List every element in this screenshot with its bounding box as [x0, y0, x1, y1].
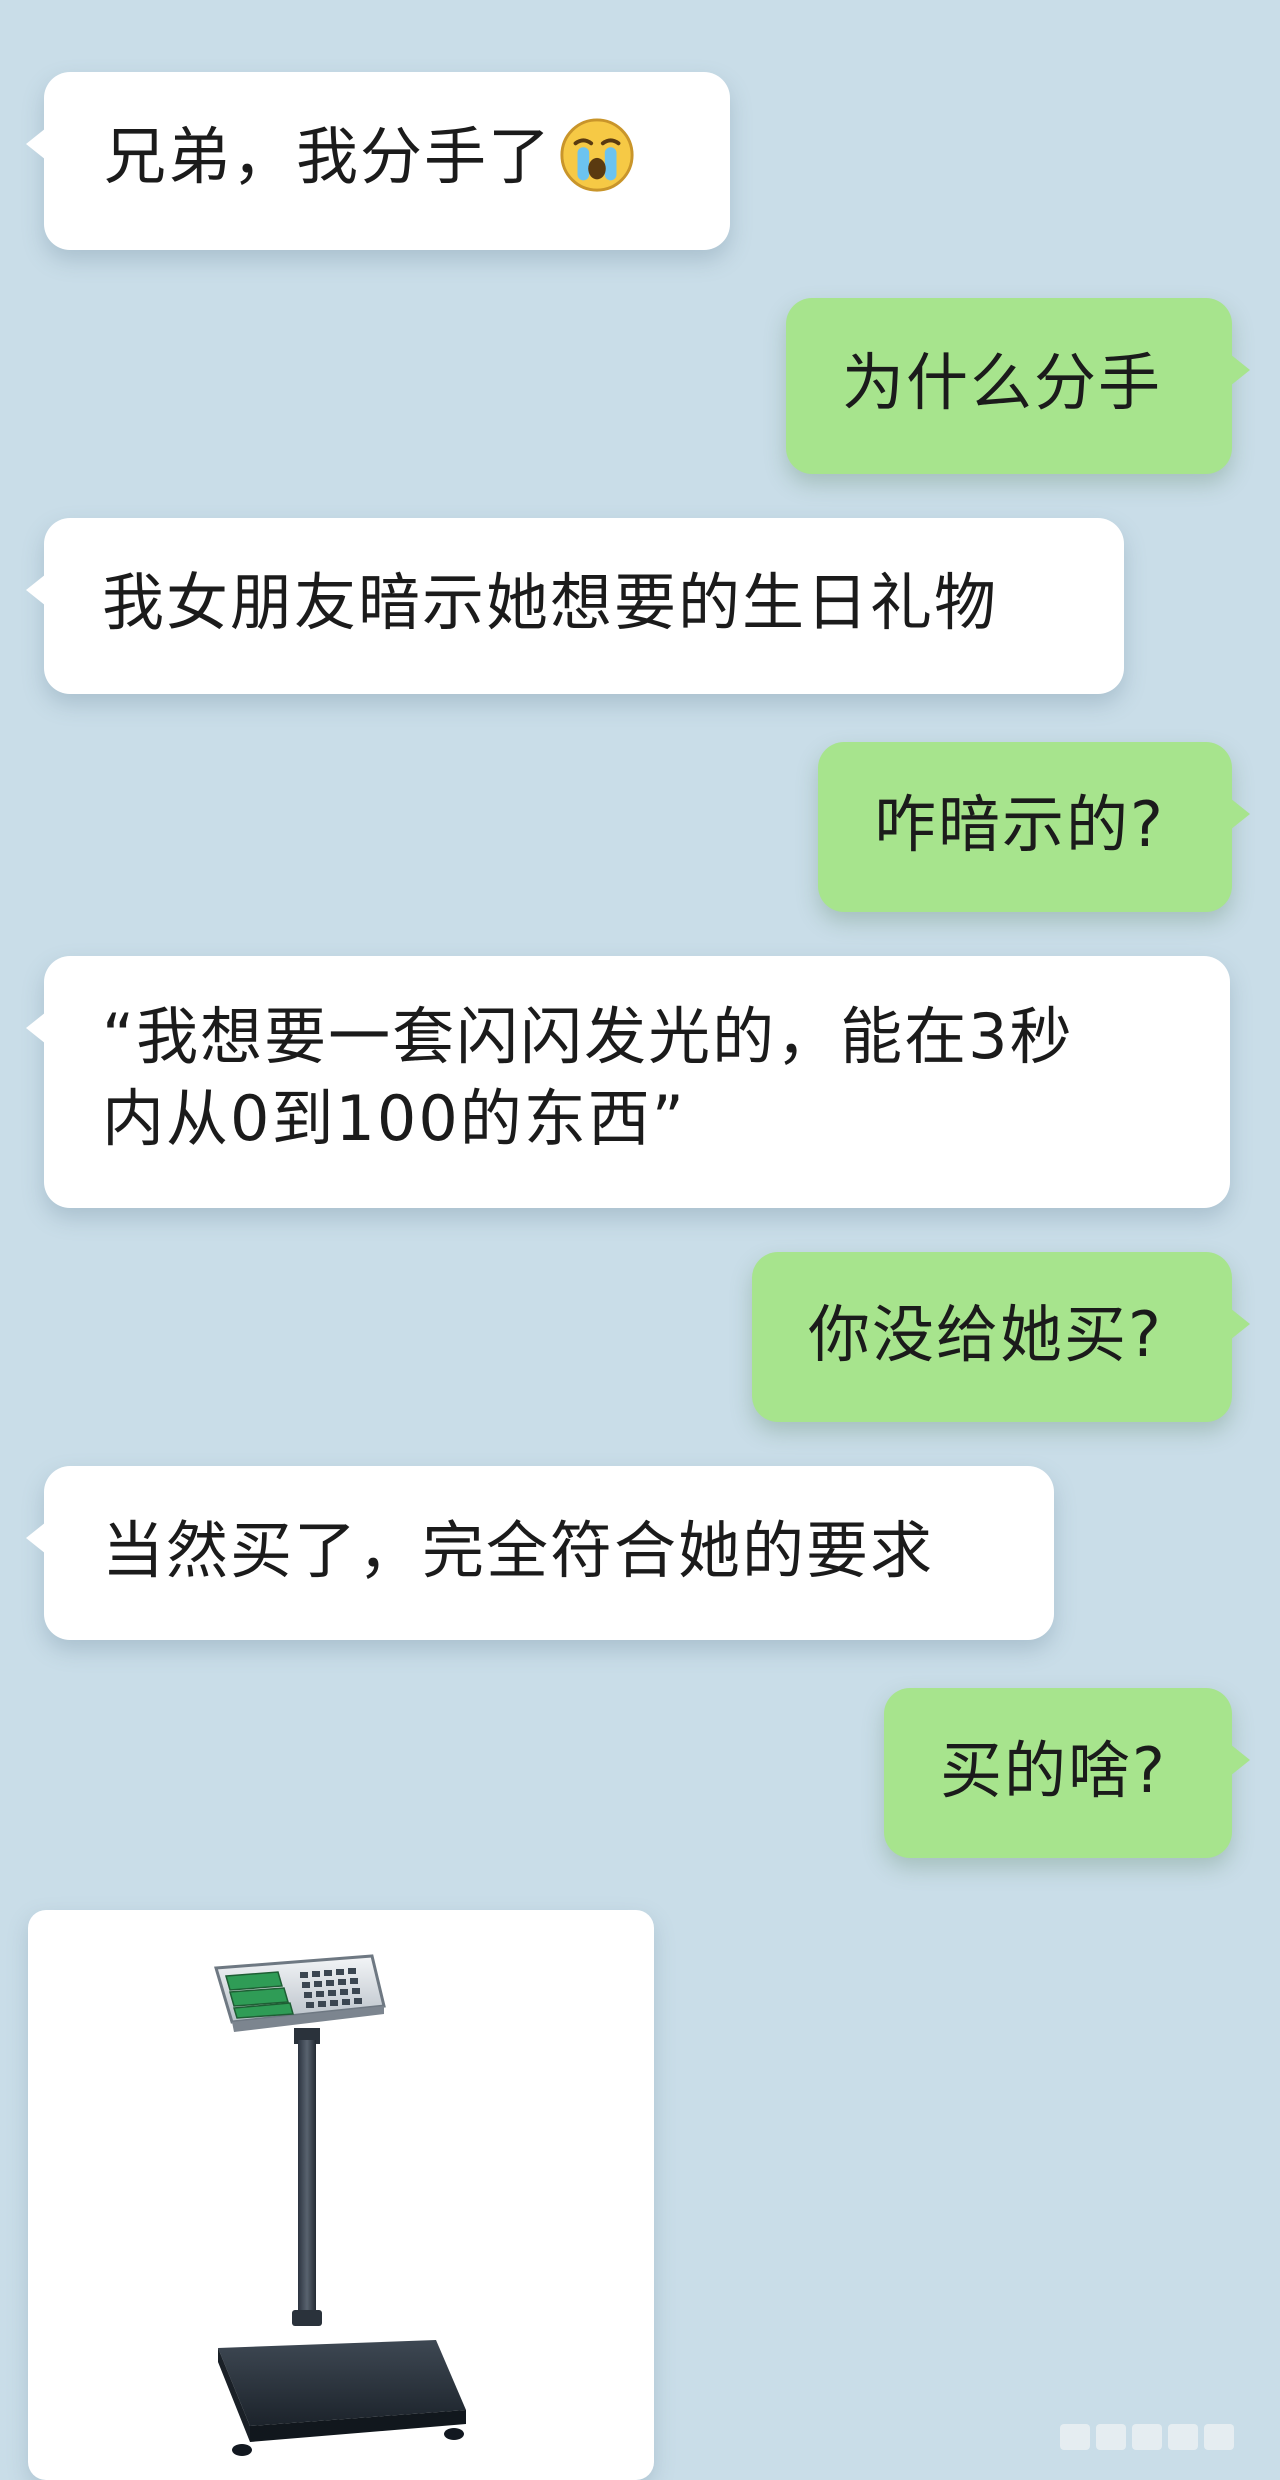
outgoing-message-bubble[interactable]: 买的啥?	[884, 1688, 1250, 1858]
weighing-scale-image	[214, 1954, 466, 2456]
incoming-message-bubble[interactable]: 我女朋友暗示她想要的生日礼物	[26, 518, 1124, 694]
message-text: 当然买了，完全符合她的要求	[102, 1514, 935, 1587]
message-text: 买的啥?	[940, 1734, 1167, 1807]
message-text-line: “我想要一套闪闪发光的，能在3秒	[102, 1000, 1074, 1073]
outgoing-message-bubble[interactable]: 你没给她买?	[752, 1252, 1250, 1422]
crying-face-icon	[560, 118, 634, 192]
incoming-message-bubble[interactable]: 兄弟，我分手了	[26, 72, 730, 250]
outgoing-message-bubble[interactable]: 咋暗示的?	[818, 742, 1250, 912]
outgoing-message-bubble[interactable]: 为什么分手	[786, 298, 1250, 474]
message-text: 兄弟，我分手了	[104, 120, 553, 193]
message-text: 你没给她买?	[808, 1298, 1163, 1371]
incoming-message-bubble[interactable]: “我想要一套闪闪发光的，能在3秒 内从0到100的东西”	[26, 956, 1230, 1208]
message-text: 我女朋友暗示她想要的生日礼物	[102, 566, 999, 639]
incoming-message-bubble[interactable]: 当然买了，完全符合她的要求	[26, 1466, 1054, 1640]
message-text: 咋暗示的?	[874, 788, 1165, 861]
message-text: 为什么分手	[842, 346, 1163, 419]
watermark-logo	[1060, 2424, 1234, 2450]
image-message[interactable]	[28, 1910, 654, 2480]
message-text-line: 内从0到100的东西”	[102, 1082, 686, 1155]
